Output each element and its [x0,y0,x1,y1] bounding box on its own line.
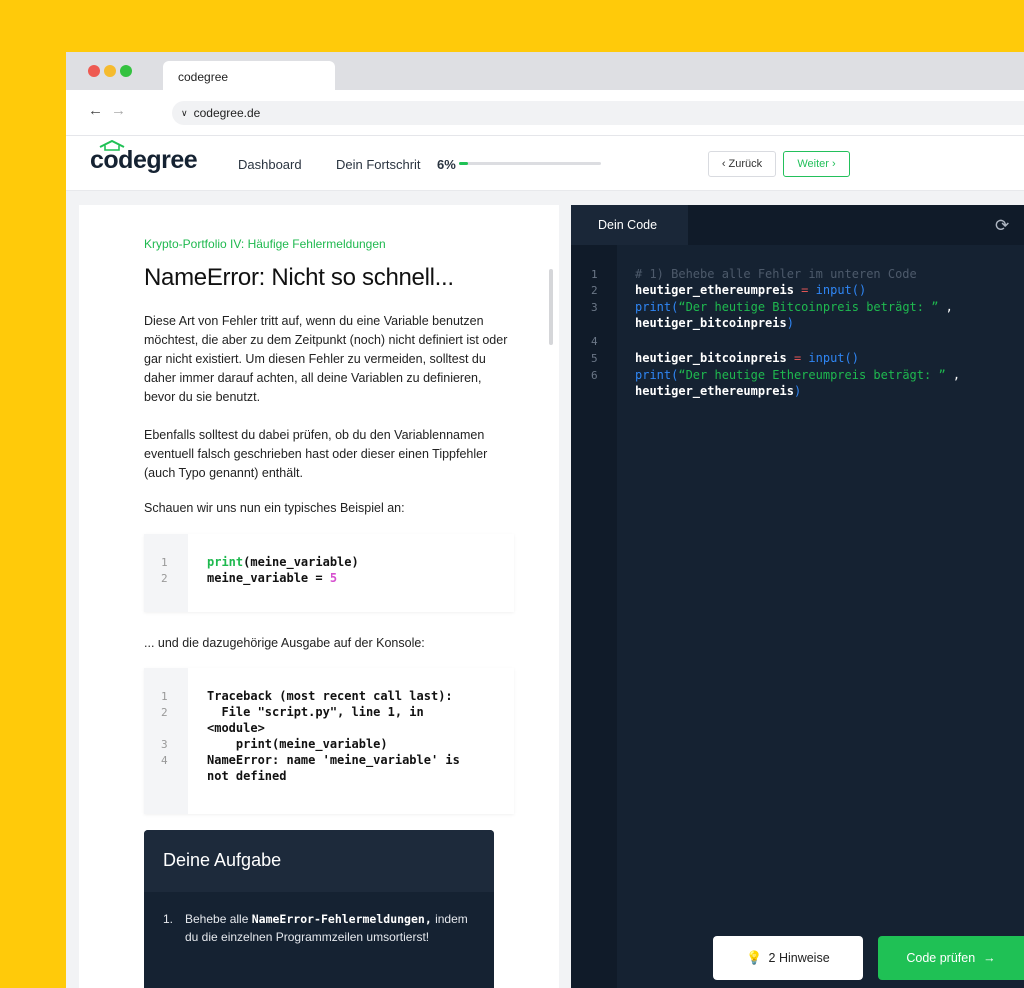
editor-code-line[interactable]: heutiger_ethereumpreis = input() [635,284,866,297]
task-text-prefix: Behebe alle [185,912,252,926]
console-output-block: 1 2 3 4 Traceback (most recent call last… [144,668,514,814]
function-token: input() [808,351,859,365]
code-line: meine_variable = 5 [207,570,337,586]
variable-token: heutiger_bitcoinpreis [635,351,787,365]
browser-titlebar: codegree [66,52,1024,90]
editor-code-line[interactable]: heutiger_bitcoinpreis) [635,317,794,330]
punctuation-token: , [938,300,953,314]
chevron-down-icon[interactable]: ∨ [181,108,188,119]
arrow-right-icon: → [983,951,996,965]
lesson-paragraph: Ebenfalls solltest du dabei prüfen, ob d… [144,428,488,480]
function-token: ) [793,384,802,398]
url-field[interactable]: ∨ codegree.de [172,101,1024,125]
back-arrow-icon[interactable]: ← [88,102,103,120]
back-button[interactable]: ‹ Zurück [708,151,776,177]
progress-bar [459,162,601,165]
string-token: “Der heutige Bitcoinpreis beträgt: ” [678,300,939,314]
code-editor[interactable]: Dein Code ⟳ 1 2 3 4 5 6 # 1) Behebe alle… [571,205,1024,988]
console-line: <module> [207,721,265,735]
browser-window: codegree ← → ∨ codegree.de codegree Dashb… [66,52,1024,988]
function-token: ) [786,316,794,330]
hints-button[interactable]: 💡 2 Hinweise [713,936,863,980]
task-heading: Deine Aufgabe [144,830,494,892]
progress-bar-fill [459,162,468,165]
lightbulb-icon: 💡 [746,950,763,965]
punctuation-token: , [945,368,961,382]
function-token: input() [815,283,867,297]
line-number: 2 [161,706,168,719]
url-text: codegree.de [193,106,261,120]
lesson-subtitle: Krypto-Portfolio IV: Häufige Fehlermeldu… [144,237,386,251]
editor-code-line[interactable]: heutiger_ethereumpreis) [635,385,801,398]
task-text-bold: NameError-Fehlermeldungen, [251,912,432,926]
variable-token: heutiger_ethereumpreis [635,283,794,297]
editor-line-number: 2 [591,284,598,297]
number-literal: 5 [329,571,338,585]
console-line: File "script.py", line 1, in [207,705,424,719]
editor-line-number: 1 [591,268,598,281]
close-window-button[interactable] [88,65,100,77]
line-number: 3 [161,738,168,751]
lesson-title: NameError: Nicht so schnell... [144,264,454,291]
browser-tab[interactable]: codegree [163,61,335,90]
task-item-text: Behebe alle NameError-Fehlermeldungen, i… [185,910,475,946]
console-line: Traceback (most recent call last): [207,689,453,703]
line-number: 4 [161,754,168,767]
function-token: print( [635,300,679,314]
editor-code-line[interactable]: # 1) Behebe alle Fehler im unteren Code [635,268,917,281]
editor-line-number: 4 [591,335,598,348]
lesson-panel[interactable]: Krypto-Portfolio IV: Häufige Fehlermeldu… [79,205,559,988]
browser-tab-title: codegree [178,70,229,84]
hints-label: 2 Hinweise [768,951,830,965]
operator-token: = [793,283,816,297]
nav-progress-label[interactable]: Dein Fortschrit [336,157,421,172]
lesson-paragraph: Schauen wir uns nun ein typisches Beispi… [144,501,405,515]
string-token: “Der heutige Ethereumpreis beträgt: ” [678,368,946,382]
variable-token: heutiger_ethereumpreis [635,384,794,398]
refresh-icon[interactable]: ⟳ [995,216,1009,236]
maximize-window-button[interactable] [120,65,132,77]
lesson-paragraph: ... und die dazugehörige Ausgabe auf der… [144,636,425,650]
next-button[interactable]: Weiter › [783,151,850,177]
app-header: codegree Dashboard Dein Fortschrit 6% ‹ … [66,136,1024,191]
nav-dashboard[interactable]: Dashboard [238,157,302,172]
editor-tab-dein-code[interactable]: Dein Code [571,205,688,245]
print-keyword: print [207,555,244,569]
task-item-number: 1. [163,912,174,926]
lesson-paragraph: Diese Art von Fehler tritt auf, wenn du … [144,314,508,404]
editor-line-number: 6 [591,369,598,382]
console-line: not defined [207,769,287,783]
codegree-logo[interactable]: codegree [90,146,198,175]
line-number: 2 [161,572,168,585]
editor-code-line[interactable]: print(“Der heutige Bitcoinpreis beträgt:… [635,301,953,314]
minimize-window-button[interactable] [104,65,116,77]
address-bar: ← → ∨ codegree.de [66,90,1024,136]
progress-percent: 6% [437,157,456,172]
lesson-scrollbar[interactable] [549,269,553,345]
operator-token: = [786,351,809,365]
editor-line-number: 5 [591,352,598,365]
editor-code-line[interactable]: heutiger_bitcoinpreis = input() [635,352,859,365]
editor-line-number: 3 [591,301,598,314]
code-text: (meine_variable) [243,555,359,569]
variable-token: heutiger_bitcoinpreis [635,316,787,330]
code-text: meine_variable = [207,571,330,585]
forward-arrow-icon[interactable]: → [111,102,126,120]
console-line: print(meine_variable) [207,737,388,751]
example-code-block: 1 2 print(meine_variable) meine_variable… [144,534,514,612]
line-number: 1 [161,690,168,703]
function-token: print( [635,368,679,382]
task-card: Deine Aufgabe 1. Behebe alle NameError-F… [144,830,494,988]
check-code-button[interactable]: Code prüfen → [878,936,1024,980]
editor-tab-bar: Dein Code ⟳ [571,205,1024,245]
console-line: NameError: name 'meine_variable' is [207,753,460,767]
code-line: print(meine_variable) [207,554,359,570]
editor-code-line[interactable]: print(“Der heutige Ethereumpreis beträgt… [635,369,960,382]
check-code-label: Code prüfen [906,951,976,965]
line-number: 1 [161,556,168,569]
